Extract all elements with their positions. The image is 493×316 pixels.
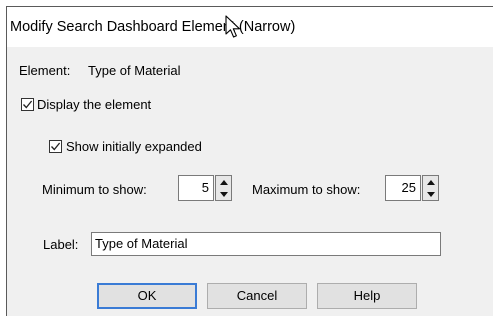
- maximum-label: Maximum to show:: [252, 182, 361, 197]
- maximum-spin-down-button[interactable]: [423, 188, 438, 200]
- dialog-window: Modify Search Dashboard Element (Narrow)…: [6, 6, 493, 316]
- help-button[interactable]: Help: [317, 283, 417, 309]
- maximum-spinner[interactable]: [422, 175, 439, 201]
- title-bar[interactable]: Modify Search Dashboard Element (Narrow): [7, 7, 493, 47]
- show-expanded-checkbox[interactable]: [49, 140, 62, 153]
- checkmark-icon: [51, 142, 61, 151]
- checkmark-icon: [23, 100, 33, 109]
- mouse-cursor-icon: [225, 15, 241, 38]
- label-field-label: Label:: [43, 237, 79, 252]
- ok-button[interactable]: OK: [97, 283, 197, 309]
- label-input[interactable]: Type of Material: [91, 232, 441, 256]
- spin-up-icon: [219, 179, 228, 185]
- display-element-label[interactable]: Display the element: [37, 97, 151, 112]
- spin-down-icon: [426, 191, 435, 197]
- spin-down-icon: [219, 191, 228, 197]
- minimum-spin-down-button[interactable]: [216, 188, 231, 200]
- element-label: Element:: [19, 63, 71, 78]
- maximum-input[interactable]: 25: [385, 175, 421, 201]
- spin-up-icon: [426, 179, 435, 185]
- element-value: Type of Material: [88, 63, 181, 78]
- minimum-input[interactable]: 5: [178, 175, 214, 201]
- minimum-label: Minimum to show:: [42, 182, 147, 197]
- cancel-button[interactable]: Cancel: [207, 283, 307, 309]
- display-element-checkbox[interactable]: [21, 98, 34, 111]
- show-expanded-label[interactable]: Show initially expanded: [66, 139, 202, 154]
- minimum-spinner[interactable]: [215, 175, 232, 201]
- dialog-title: Modify Search Dashboard Element (Narrow): [10, 19, 296, 35]
